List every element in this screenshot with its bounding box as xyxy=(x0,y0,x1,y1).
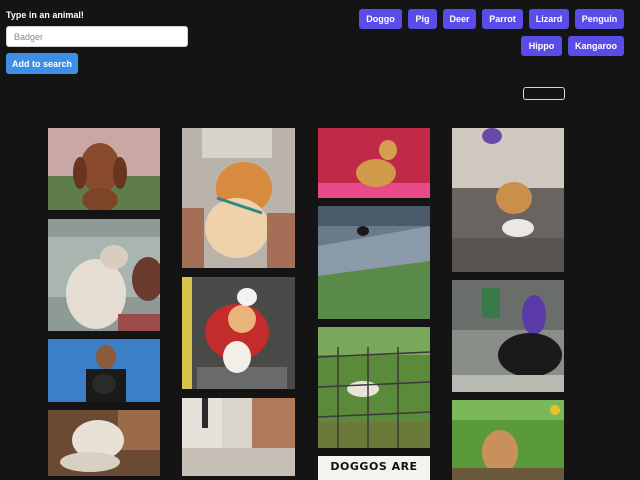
gif-person-holding-dog[interactable] xyxy=(48,339,160,402)
gif-golden-puppy[interactable] xyxy=(48,410,160,476)
animal-button-parrot[interactable]: Parrot xyxy=(482,9,523,29)
gif-caption-text: DOGGOS ARE xyxy=(330,460,418,473)
gif-dog-pink-background[interactable] xyxy=(318,128,430,198)
animal-button-deer[interactable]: Deer xyxy=(443,9,476,29)
animal-button-kangaroo[interactable]: Kangaroo xyxy=(568,36,624,56)
form-label: Type in an animal! xyxy=(6,10,84,20)
gif-hallway-dog[interactable] xyxy=(182,398,295,476)
animal-button-doggo[interactable]: Doggo xyxy=(359,9,402,29)
empty-outline-button[interactable] xyxy=(523,87,565,100)
gif-dachshund[interactable] xyxy=(48,128,160,210)
gif-shiba-on-swing[interactable] xyxy=(182,277,295,389)
gif-dog-on-couch[interactable] xyxy=(48,219,160,331)
animal-button-hippo[interactable]: Hippo xyxy=(521,36,562,56)
animal-button-penguin[interactable]: Penguin xyxy=(575,9,624,29)
animal-button-lizard[interactable]: Lizard xyxy=(529,9,569,29)
add-to-search-button[interactable]: Add to search xyxy=(6,53,78,74)
gif-shiba-on-back[interactable] xyxy=(182,128,295,268)
gif-dog-drinking[interactable] xyxy=(452,128,564,272)
gif-dog-behind-fence[interactable] xyxy=(318,327,430,448)
animal-search-input[interactable] xyxy=(6,26,188,47)
gif-newfoundland-dog[interactable] xyxy=(452,280,564,392)
gif-dog-snow-field[interactable] xyxy=(318,206,430,319)
animal-button-pig[interactable]: Pig xyxy=(408,9,437,29)
gif-puppy-grass[interactable] xyxy=(452,400,564,480)
gif-doggos-are[interactable]: DOGGOS ARE xyxy=(318,456,430,480)
